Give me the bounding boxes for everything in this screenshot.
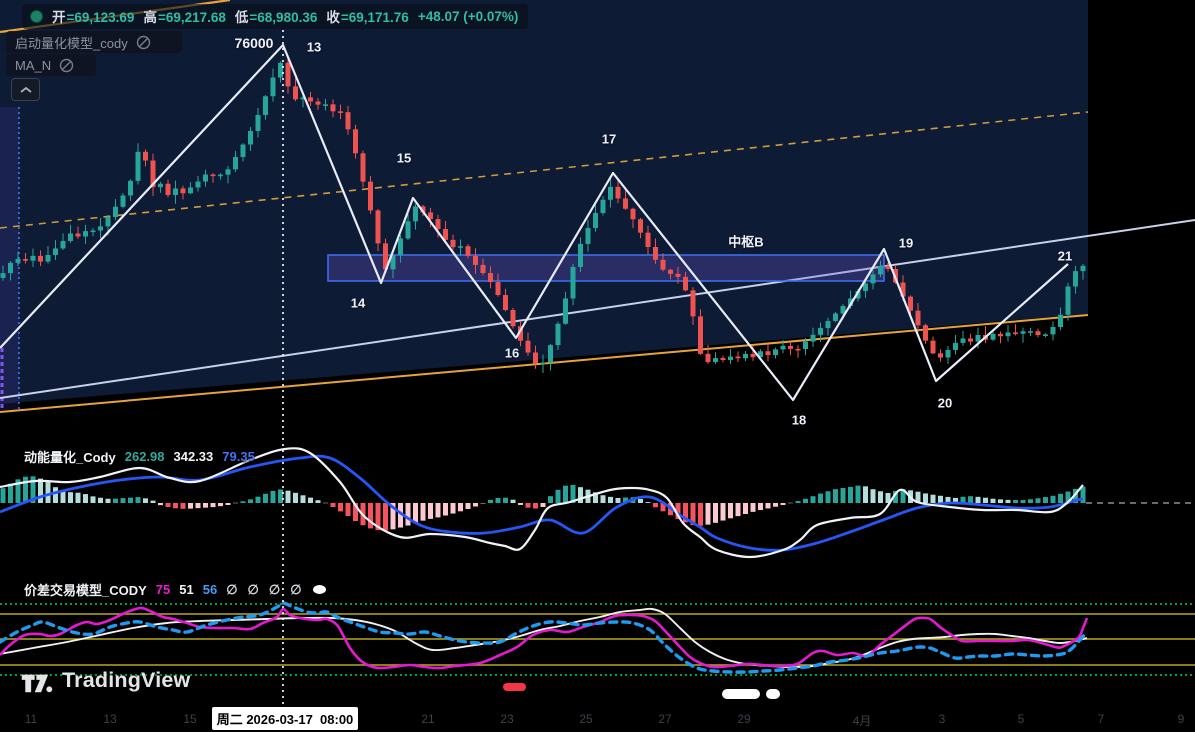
indicator-row-label: MA_N: [15, 57, 52, 73]
time-axis-label: 23: [500, 712, 514, 726]
time-axis-label: 4月: [852, 714, 872, 728]
pivot-box[interactable]: [327, 254, 885, 282]
indicator-value: 262.98: [124, 449, 165, 464]
time-axis-label: 5: [1017, 712, 1025, 726]
spread-panel-header[interactable]: 价差交易模型_CODY 75 51 56 ∅ ∅ ∅ ∅: [24, 580, 326, 599]
white-signal-marker: [722, 689, 760, 699]
red-signal-marker: [503, 683, 526, 691]
momentum-panel-title: 动能量化_Cody: [24, 450, 116, 465]
ohlc-legend[interactable]: 开=69,123.69 高=69,217.68 低=68,980.36 收=69…: [22, 4, 529, 29]
empty-set-icon: ∅: [226, 581, 238, 597]
time-axis-label: 25: [579, 712, 593, 726]
ohlc-low: 低=68,980.36: [234, 10, 318, 25]
ohlc-close: 收=69,171.76: [326, 10, 409, 25]
time-axis-label: 7: [1097, 712, 1105, 726]
time-axis-label: 11: [24, 712, 38, 726]
white-signal-dot: [766, 689, 780, 699]
spread-panel-values: 75 51 56: [156, 582, 217, 597]
indicator-value: 79.35: [222, 449, 255, 464]
time-axis-label: 21: [421, 712, 435, 726]
time-axis-label: 3: [938, 712, 946, 726]
momentum-panel-header[interactable]: 动能量化_Cody 262.98 342.33 79.35: [24, 447, 255, 466]
empty-set-icon: ∅: [268, 581, 281, 597]
tradingview-logo-icon: [21, 674, 53, 693]
ohlc-change: +48.07 (+0.07%): [417, 8, 519, 24]
spread-panel-title: 价差交易模型_CODY: [24, 583, 147, 598]
time-axis-label: 15: [183, 712, 197, 726]
indicator-row-MA_N[interactable]: MA_N: [6, 54, 96, 76]
indicator-value: 56: [202, 582, 218, 597]
time-axis-label: 27: [658, 712, 672, 726]
crosshair-date-tooltip: 周二 2026-03-17 08:00: [212, 707, 358, 730]
market-status-dot-icon: [30, 9, 43, 23]
ohlc-high: 高=69,217.68: [143, 10, 226, 25]
momentum-panel-values: 262.98 342.33 79.35: [125, 449, 255, 464]
indicator-value: 51: [179, 582, 194, 597]
tradingview-watermark: TradingView: [20, 666, 190, 695]
indicator-row-启动量化模型_cody[interactable]: 启动量化模型_cody: [6, 31, 182, 53]
tradingview-chart-window: 76000 13 14 15 16 17 18 19 20 21 中枢B 开=69,123.69 高…: [0, 0, 1195, 732]
indicator-value: 342.33: [173, 449, 214, 464]
eye-hidden-icon[interactable]: [136, 35, 151, 50]
spread-panel-empty-symbols: ∅ ∅ ∅ ∅: [226, 582, 301, 598]
indicator-value: 75: [155, 582, 171, 597]
time-axis-label: 9: [1177, 712, 1185, 726]
time-axis-label: 29: [737, 712, 751, 726]
watermark-text: TradingView: [62, 668, 191, 692]
ohlc-open: 开=69,123.69: [52, 10, 135, 25]
time-axis-label: 13: [103, 712, 117, 726]
chart-canvas[interactable]: [0, 0, 1195, 732]
chevron-up-icon: [19, 86, 32, 93]
empty-set-icon: ∅: [247, 581, 259, 597]
indicator-row-label: 启动量化模型_cody: [15, 35, 128, 51]
eye-hidden-icon[interactable]: [59, 58, 74, 73]
collapse-legend-button[interactable]: [11, 78, 40, 101]
white-oval-marker: [312, 585, 326, 594]
empty-set-icon: ∅: [290, 581, 302, 597]
